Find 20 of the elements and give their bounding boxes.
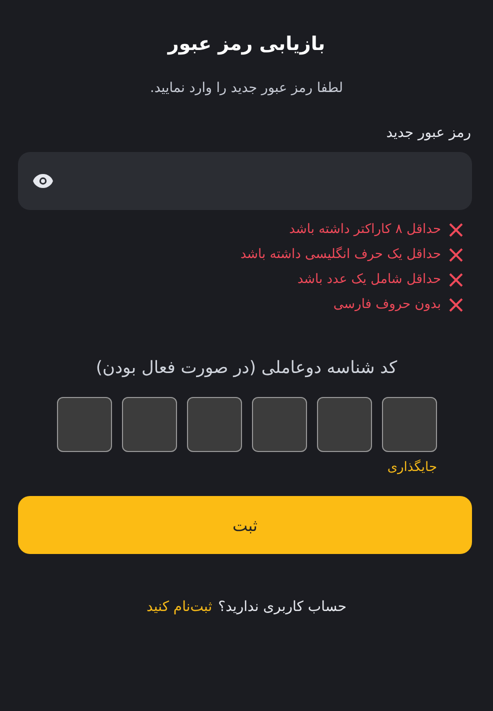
code-digit-box[interactable]: [252, 397, 306, 452]
rule-text: حداقل ۸ کاراکتر داشته باشد: [289, 222, 441, 237]
code-digit-box[interactable]: [316, 397, 372, 452]
rule-text: حداقل شامل یک عدد باشد: [297, 272, 441, 287]
code-digit-box[interactable]: [186, 397, 242, 452]
signup-link[interactable]: ثبت‌نام کنید: [146, 599, 212, 615]
code-digit-box[interactable]: [122, 397, 176, 452]
code-digit-box[interactable]: [56, 397, 112, 452]
password-field[interactable]: [18, 152, 472, 210]
code-digit-box[interactable]: [382, 397, 436, 452]
paste-link[interactable]: جایگذاری: [387, 460, 437, 475]
page-title: بازیابی رمز عبور: [168, 33, 326, 55]
rule-text: بدون حروف فارسی: [333, 297, 441, 312]
section-label: کد شناسه دوعاملی (در صورت فعال بودن): [96, 358, 398, 378]
submit-button[interactable]: ثبت: [18, 496, 472, 554]
footer-text: حساب کاربری ندارید؟: [218, 599, 346, 615]
instruction-text: لطفا رمز عبور جدید را وارد نمایید.: [150, 80, 343, 96]
field-label: رمز عبور جدید: [386, 125, 471, 141]
rule-text: حداقل یک حرف انگلیسی داشته باشد: [240, 247, 441, 262]
eye-icon[interactable]: [32, 173, 54, 189]
